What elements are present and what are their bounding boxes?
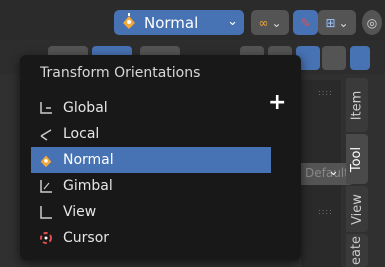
menu-item-global[interactable]: Global [31, 95, 271, 121]
chevron-down-icon: ⌄ [338, 15, 349, 30]
tab-create[interactable]: eate [346, 234, 368, 267]
panel-drag-handle[interactable]: :::: [318, 207, 333, 216]
snap-target-dropdown[interactable]: ⊞ ⌄ [318, 10, 356, 35]
proportional-edit-icon: ◎ [366, 15, 378, 30]
gimbal-icon [37, 177, 55, 195]
tab-item[interactable]: Item [346, 78, 368, 132]
global-axis-icon [37, 99, 55, 117]
tab-view[interactable]: View [346, 186, 368, 232]
local-axis-icon [37, 125, 55, 143]
menu-item-local[interactable]: Local [31, 121, 271, 147]
transform-orientations-menu: Transform Orientations + Global Local No… [20, 55, 301, 260]
normal-orientation-icon [37, 151, 55, 169]
header-bar: Normal ⌄ ∞ ⌄ ✎ ⊞ ⌄ ◎ [0, 0, 385, 40]
view-axis-icon [37, 203, 55, 221]
snap-toggle-button[interactable]: ✎ [293, 10, 318, 35]
transform-orientation-dropdown[interactable]: Normal ⌄ [114, 10, 244, 35]
normal-orientation-icon [120, 12, 138, 34]
panel-drag-handle[interactable]: :::: [318, 88, 333, 97]
chevron-down-icon: ⌄ [227, 14, 238, 29]
menu-item-cursor[interactable]: Cursor [31, 225, 271, 251]
orientation-list: Global Local Normal Gimbal View Cursor [31, 95, 271, 251]
orientation-label: Normal [144, 13, 199, 32]
pivot-point-button[interactable]: ∞ ⌄ [251, 10, 289, 35]
shading-options-dropdown[interactable] [350, 46, 370, 70]
chevron-down-icon: ⌄ [271, 15, 282, 30]
tab-tool[interactable]: Tool [346, 134, 368, 184]
proportional-edit-button[interactable]: ◎ [362, 10, 382, 35]
magnet-icon: ✎ [300, 15, 311, 30]
pivot-icon: ∞ [258, 15, 269, 30]
shading-rendered-button[interactable] [322, 46, 346, 70]
menu-item-normal[interactable]: Normal [31, 147, 271, 173]
cursor-icon [37, 229, 55, 247]
chevron-down-icon: ⌄ [328, 164, 339, 179]
menu-title: Transform Orientations [40, 65, 201, 81]
menu-item-view[interactable]: View [31, 199, 271, 225]
menu-item-gimbal[interactable]: Gimbal [31, 173, 271, 199]
snap-increment-icon: ⊞ [325, 15, 336, 30]
